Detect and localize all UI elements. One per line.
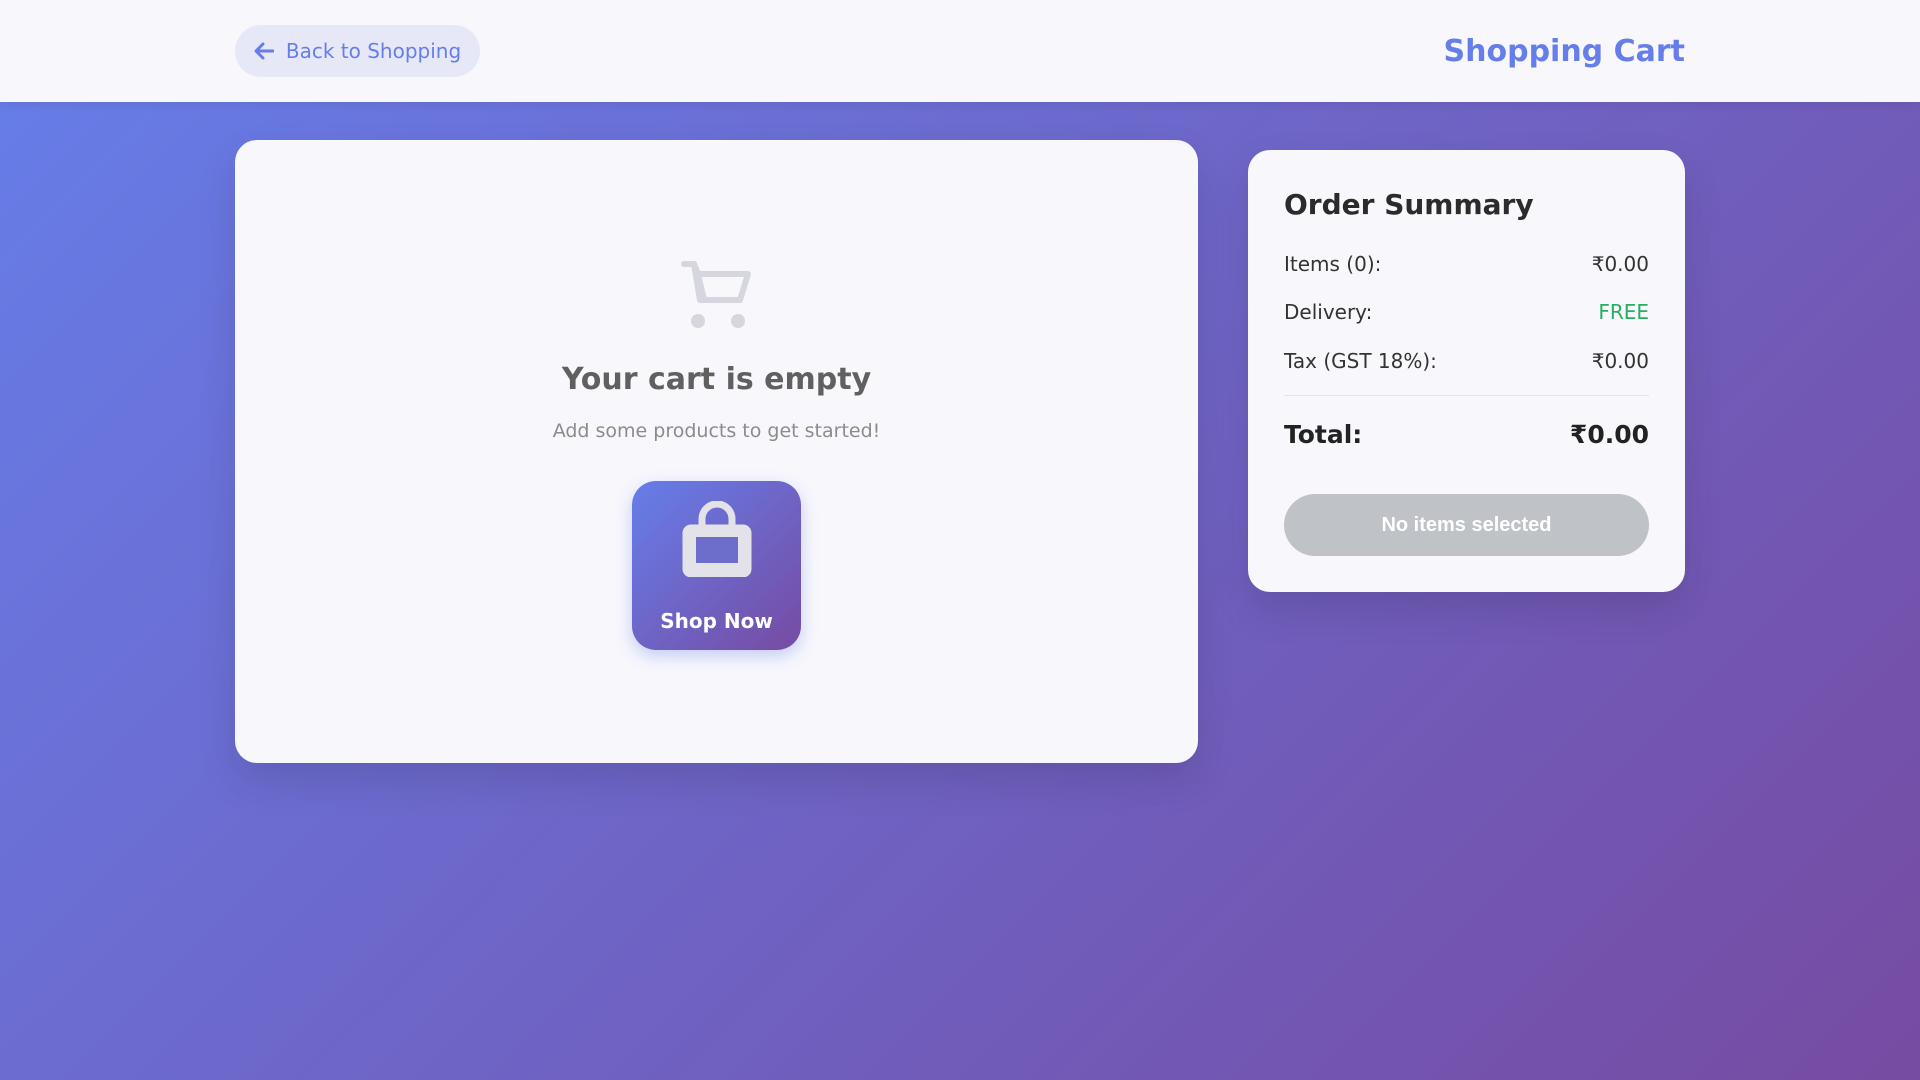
page-title: Shopping Cart bbox=[1443, 34, 1685, 69]
order-summary-title: Order Summary bbox=[1284, 188, 1534, 221]
items-row: Items (0): ₹0.00 bbox=[1284, 252, 1649, 276]
top-bar: Back to Shopping Shopping Cart bbox=[0, 0, 1920, 102]
tax-value: ₹0.00 bbox=[1591, 349, 1649, 373]
items-value: ₹0.00 bbox=[1591, 252, 1649, 276]
checkout-button[interactable]: No items selected bbox=[1284, 494, 1649, 556]
total-row: Total: ₹0.00 bbox=[1284, 420, 1649, 449]
summary-divider bbox=[1284, 395, 1649, 396]
cart-icon bbox=[680, 258, 756, 334]
shopping-bag-icon bbox=[682, 500, 752, 578]
empty-cart-subtitle: Add some products to get started! bbox=[552, 420, 881, 442]
empty-cart-title: Your cart is empty bbox=[561, 362, 872, 397]
arrow-left-icon bbox=[254, 42, 274, 60]
back-to-shopping-label: Back to Shopping bbox=[285, 39, 462, 63]
total-label: Total: bbox=[1284, 420, 1363, 449]
tax-label: Tax (GST 18%): bbox=[1284, 349, 1437, 373]
shop-now-label: Shop Now bbox=[660, 609, 773, 633]
items-label: Items (0): bbox=[1284, 252, 1382, 276]
shop-now-button[interactable]: Shop Now bbox=[632, 481, 801, 650]
delivery-value: FREE bbox=[1598, 300, 1649, 324]
delivery-label: Delivery: bbox=[1284, 300, 1373, 324]
tax-row: Tax (GST 18%): ₹0.00 bbox=[1284, 349, 1649, 373]
back-to-shopping-button[interactable]: Back to Shopping bbox=[235, 25, 480, 77]
order-summary-panel: Order Summary Items (0): ₹0.00 Delivery:… bbox=[1248, 150, 1685, 592]
total-value: ₹0.00 bbox=[1569, 420, 1649, 449]
delivery-row: Delivery: FREE bbox=[1284, 300, 1649, 324]
cart-panel: Your cart is empty Add some products to … bbox=[235, 140, 1198, 763]
